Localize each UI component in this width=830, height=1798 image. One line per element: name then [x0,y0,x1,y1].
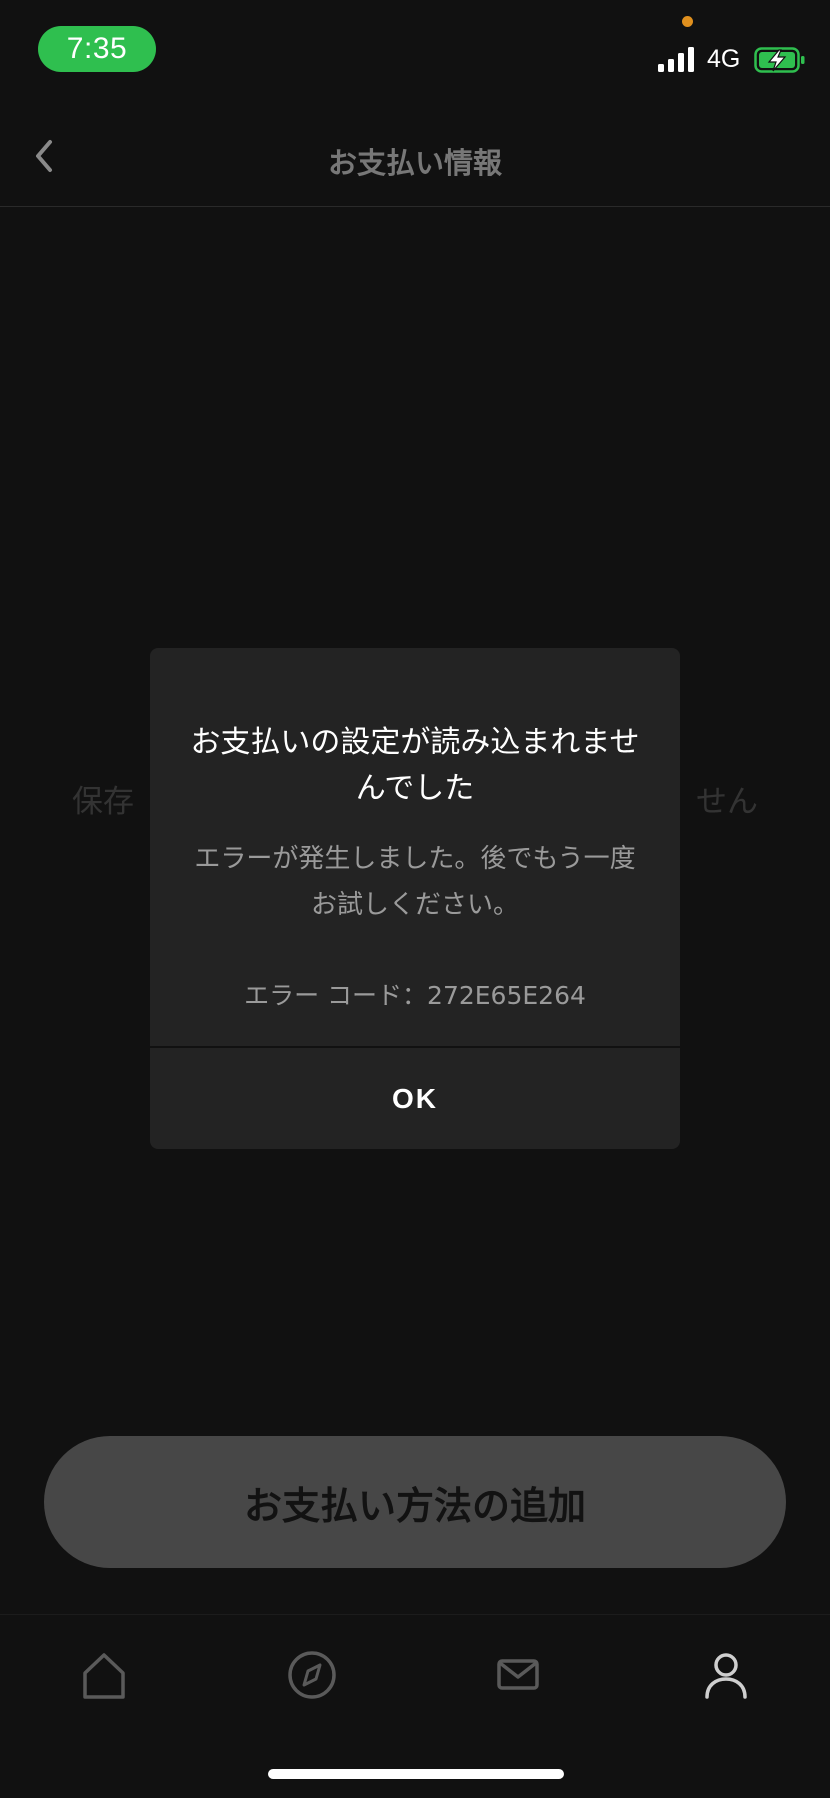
profile-icon[interactable] [696,1645,756,1705]
mail-icon[interactable] [488,1645,548,1705]
dialog-message: エラーが発生しました。後でもう一度お試しください。 [194,844,636,920]
empty-message-right: せん [696,784,758,820]
page-title: お支払い情報 [327,146,502,180]
nav-header: お支払い情報 [0,100,830,207]
compass-icon[interactable] [282,1645,342,1705]
dialog-error-code: エラー コード：272E65E264 [244,981,586,1010]
dialog-title: お支払いの設定が読み込まれませんでした [190,725,640,806]
error-dialog: お支払いの設定が読み込まれませんでした エラーが発生しました。後でもう一度お試し… [150,648,680,1149]
privacy-indicator-dot [682,16,693,27]
empty-message-left: 保存 [72,784,134,820]
battery-charging-icon [754,47,805,73]
status-time[interactable]: 7:35 [38,26,156,72]
cellular-signal-icon [658,47,694,72]
add-payment-method-button[interactable]: お支払い方法の追加 [44,1436,786,1568]
home-indicator[interactable] [268,1769,564,1779]
ok-button[interactable]: OK [150,1048,680,1149]
status-bar: 7:35 4G [0,0,830,100]
home-icon[interactable] [74,1645,134,1705]
network-type: 4G [707,45,741,73]
